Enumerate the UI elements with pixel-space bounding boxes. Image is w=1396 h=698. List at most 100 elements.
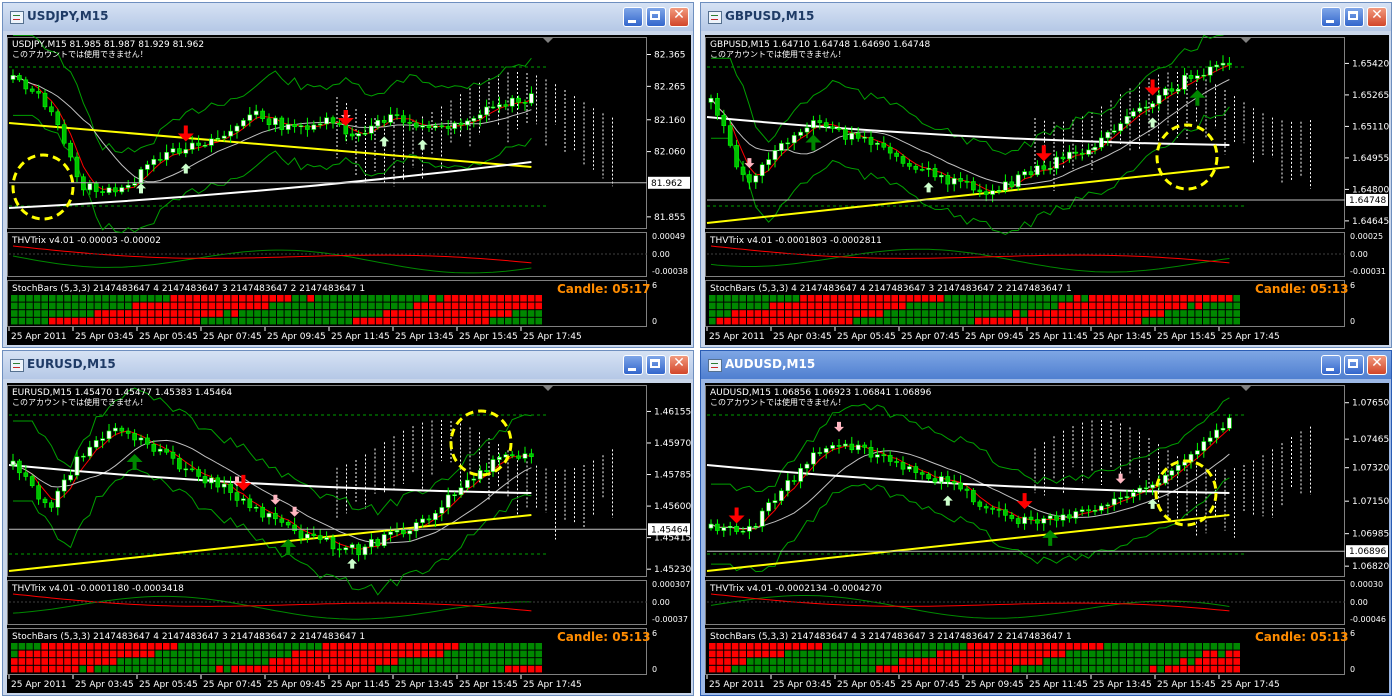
- maximize-button[interactable]: [1344, 355, 1364, 375]
- stoch-cell: [436, 295, 444, 302]
- stoch-cell: [1020, 310, 1028, 317]
- account-notice-label: このアカウントでは使用できません！: [12, 397, 148, 407]
- stoch-cell: [967, 643, 974, 650]
- stoch-cell: [1233, 295, 1240, 302]
- stoch-cell: [117, 310, 124, 317]
- close-button[interactable]: ✕: [1367, 7, 1387, 27]
- stoch-cell: [914, 317, 921, 325]
- stoch-cell: [170, 665, 178, 673]
- stoch-cell: [1187, 302, 1195, 310]
- stoch-cell: [1035, 650, 1043, 658]
- stoch-cell: [527, 658, 535, 665]
- stoch-cell: [109, 302, 117, 310]
- stoch-cell: [26, 302, 33, 310]
- stoch-cell: [1066, 302, 1073, 310]
- stoch-cell: [474, 302, 482, 310]
- stoch-cell: [899, 295, 906, 302]
- close-button[interactable]: ✕: [669, 355, 689, 375]
- stoch-cell: [1081, 302, 1088, 310]
- candle-body: [753, 525, 759, 528]
- time-tick-label: 25 Apr 05:45: [837, 332, 896, 342]
- chart-window-eurusd[interactable]: EURUSD,M15 ✕ 1.46155 1.45970 1.45785 1.4560…: [2, 350, 694, 696]
- stoch-cell: [1225, 302, 1233, 310]
- stoch-cell: [845, 658, 853, 665]
- stoch-cell: [512, 302, 520, 310]
- stoch-cell: [261, 658, 269, 665]
- maximize-button[interactable]: [646, 7, 666, 27]
- chart-area[interactable]: 1.461551.459701.457851.456001.454151.452…: [7, 383, 691, 693]
- stoch-cell: [315, 643, 322, 650]
- candle-body: [1022, 516, 1027, 524]
- window-titlebar[interactable]: EURUSD,M15 ✕: [3, 351, 693, 379]
- maximize-icon: [650, 359, 660, 368]
- stoch-cell: [1096, 295, 1104, 302]
- chart-window-audusd[interactable]: AUDUSD,M15 ✕ 1.07650 1.07465 1.07320 1.0715…: [700, 350, 1392, 696]
- chart-area[interactable]: 1.654201.652651.651101.649551.648001.646…: [705, 35, 1389, 345]
- candle-body: [1086, 509, 1091, 512]
- window-titlebar[interactable]: USDJPY,M15 ✕: [3, 3, 693, 31]
- candle-body: [317, 535, 323, 540]
- stoch-cell: [520, 650, 527, 658]
- minimize-button[interactable]: [1321, 355, 1341, 375]
- stoch-cell: [482, 295, 489, 302]
- stoch-cell: [444, 643, 451, 650]
- stoch-cell: [1157, 317, 1164, 325]
- stoch-cell: [451, 310, 459, 317]
- minimize-button[interactable]: [1321, 7, 1341, 27]
- stoch-cell: [254, 665, 261, 673]
- stoch-cell: [117, 302, 124, 310]
- stoch-cell: [1127, 295, 1134, 302]
- candle-body: [1201, 74, 1207, 77]
- candle-body: [932, 168, 938, 178]
- stoch-cell: [944, 317, 952, 325]
- stoch-cell: [967, 665, 974, 673]
- stoch-cell: [1066, 650, 1073, 658]
- stoch-cell: [1127, 643, 1134, 650]
- stoch-cell: [11, 295, 18, 302]
- candle-body: [445, 494, 451, 508]
- minimize-button[interactable]: [623, 355, 643, 375]
- stoch-cell: [1157, 658, 1164, 665]
- maximize-button[interactable]: [1344, 7, 1364, 27]
- stoch-cell: [1043, 643, 1050, 650]
- time-tick-label: 25 Apr 03:45: [75, 680, 134, 690]
- stoch-cell: [982, 643, 990, 650]
- close-button[interactable]: ✕: [1367, 355, 1387, 375]
- close-icon: ✕: [673, 7, 685, 23]
- chart-window-gbpusd[interactable]: GBPUSD,M15 ✕ 1.65420 1.65265 1.65110 1.6495…: [700, 2, 1392, 348]
- stoch-cell: [79, 650, 86, 658]
- chart-window-usdjpy[interactable]: USDJPY,M15 ✕ 82.365 82.265 82.160 82.060 81.…: [2, 2, 694, 348]
- stoch-cell: [777, 643, 784, 650]
- stoch-cell: [185, 317, 193, 325]
- stoch-cell: [178, 302, 185, 310]
- candle-body: [81, 176, 86, 191]
- stoch-cell: [914, 665, 921, 673]
- account-notice-label: このアカウントでは使用できません！: [710, 49, 846, 59]
- stoch-cell: [861, 302, 868, 310]
- stoch-cell: [246, 658, 254, 665]
- candle-body: [1214, 64, 1219, 68]
- stoch-cell: [747, 295, 754, 302]
- stoch-cell: [185, 650, 193, 658]
- stoch-cell: [921, 650, 929, 658]
- stoch-cell: [170, 643, 178, 650]
- stoch-cell: [102, 310, 109, 317]
- chart-area[interactable]: 82.36582.26582.16082.06081.85581.962USDJ…: [7, 35, 691, 345]
- stoch-cell: [132, 665, 140, 673]
- chart-area[interactable]: 1.076501.074651.073201.071501.069851.068…: [705, 383, 1389, 693]
- stoch-cell: [307, 317, 314, 325]
- candle-body: [1169, 470, 1175, 476]
- stoch-cell: [482, 665, 489, 673]
- stoch-cell: [94, 650, 102, 658]
- window-titlebar[interactable]: AUDUSD,M15 ✕: [701, 351, 1391, 379]
- close-button[interactable]: ✕: [669, 7, 689, 27]
- stoch-cell: [406, 295, 413, 302]
- stoch-cell: [87, 317, 94, 325]
- stoch-cell: [990, 643, 997, 650]
- stoch-cell: [1233, 643, 1240, 650]
- minimize-button[interactable]: [623, 7, 643, 27]
- window-titlebar[interactable]: GBPUSD,M15 ✕: [701, 3, 1391, 31]
- time-tick-label: 25 Apr 09:45: [965, 680, 1024, 690]
- stoch-cell: [398, 310, 406, 317]
- maximize-button[interactable]: [646, 355, 666, 375]
